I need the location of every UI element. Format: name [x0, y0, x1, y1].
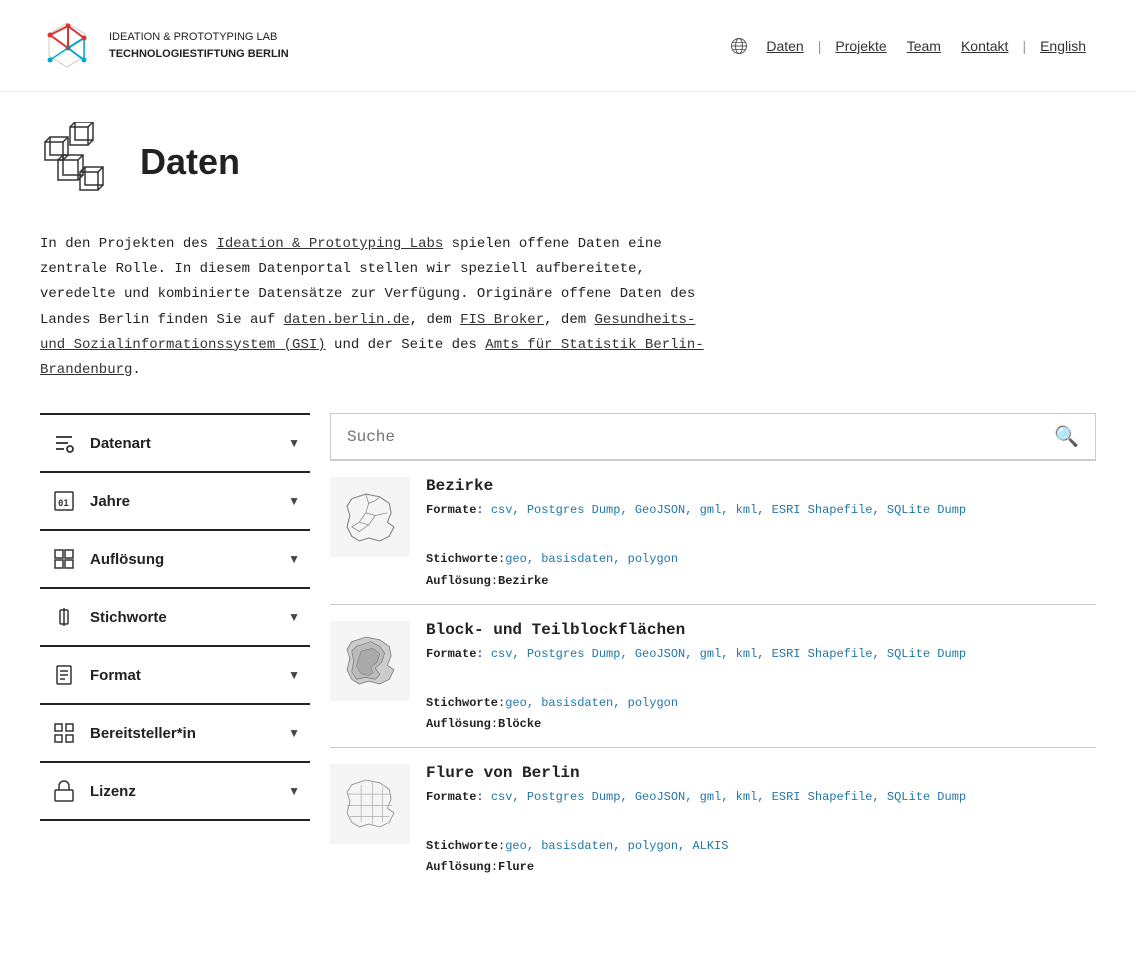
stichworte-value-bezirke: geo, basisdaten, polygon — [505, 552, 678, 566]
stichworte-label-block: Stichworte — [426, 696, 498, 710]
result-item-flure: Flure von Berlin Formate: csv, Postgres … — [330, 747, 1096, 890]
map-block-teilblock — [333, 623, 408, 698]
map-bezirke — [333, 480, 408, 555]
jahre-icon: 01 — [50, 487, 78, 515]
chevron-down-icon-datenart: ▼ — [288, 436, 300, 450]
stichworte-label-bezirke: Stichworte — [426, 552, 498, 566]
formate-value-block: csv, Postgres Dump, GeoJSON, gml, kml, E… — [491, 647, 966, 661]
sidebar-item-bereitsteller[interactable]: Bereitsteller*in ▼ — [40, 705, 310, 763]
result-thumb-block-teilblock[interactable] — [330, 621, 410, 701]
search-bar: 🔍 — [330, 413, 1096, 460]
intro-text-before-link1: In den Projekten des — [40, 236, 216, 252]
sidebar-label-jahre: Jahre — [90, 493, 130, 510]
intro-text-5: . — [132, 362, 140, 378]
header: IDEATION & PROTOTYPING LAB TECHNOLOGIEST… — [0, 0, 1136, 92]
search-button[interactable]: 🔍 — [1038, 414, 1095, 459]
sidebar-label-format: Format — [90, 667, 141, 684]
result-title-flure[interactable]: Flure von Berlin — [426, 764, 1096, 782]
result-meta-block-teilblock: Formate: csv, Postgres Dump, GeoJSON, gm… — [426, 645, 1096, 713]
stichworte-value-block: geo, basisdaten, polygon — [505, 696, 678, 710]
intro-text-4: und der Seite des — [326, 337, 486, 353]
chevron-down-icon-bereitsteller: ▼ — [288, 726, 300, 740]
result-item-block-teilblock: Block- und Teilblockflächen Formate: csv… — [330, 604, 1096, 747]
stichworte-label-flure: Stichworte — [426, 839, 498, 853]
formate-value-bezirke: csv, Postgres Dump, GeoJSON, gml, kml, E… — [491, 503, 966, 517]
result-meta-flure: Formate: csv, Postgres Dump, GeoJSON, gm… — [426, 788, 1096, 856]
chevron-down-icon-lizenz: ▼ — [288, 784, 300, 798]
hero-section: Daten — [0, 92, 1136, 222]
result-aufloesung-bezirke: Auflösung:Bezirke — [426, 574, 1096, 588]
nav-projekte[interactable]: Projekte — [835, 38, 886, 54]
intro-text-2: , dem — [410, 312, 460, 328]
result-info-block-teilblock: Block- und Teilblockflächen Formate: csv… — [426, 621, 1096, 731]
result-info-flure: Flure von Berlin Formate: csv, Postgres … — [426, 764, 1096, 874]
bereitsteller-icon — [50, 719, 78, 747]
chevron-down-icon-aufloesung: ▼ — [288, 552, 300, 566]
sidebar-item-format[interactable]: Format ▼ — [40, 647, 310, 705]
hero-icon — [40, 122, 120, 202]
link-ideation-lab[interactable]: Ideation & Prototyping Labs — [216, 236, 443, 252]
results-area: 🔍 Bezirke Formate: csv, Postgres Dump, — [330, 413, 1096, 890]
aufloesung-icon — [50, 545, 78, 573]
formate-label-flure: Formate — [426, 790, 476, 804]
link-daten-berlin[interactable]: daten.berlin.de — [284, 312, 410, 328]
map-flure — [333, 766, 408, 841]
sidebar-item-jahre[interactable]: 01 Jahre ▼ — [40, 473, 310, 531]
page-title: Daten — [140, 141, 240, 183]
datenart-icon — [50, 429, 78, 457]
intro-text: In den Projekten des Ideation & Prototyp… — [0, 222, 760, 413]
main-nav: Daten | Projekte Team Kontakt | English — [730, 37, 1096, 55]
sidebar-item-stichworte[interactable]: Stichworte ▼ — [40, 589, 310, 647]
result-aufloesung-flure: Auflösung:Flure — [426, 860, 1096, 874]
globe-icon — [730, 37, 748, 55]
sidebar-item-datenart[interactable]: Datenart ▼ — [40, 415, 310, 473]
result-meta-bezirke: Formate: csv, Postgres Dump, GeoJSON, gm… — [426, 501, 1096, 569]
sidebar-label-datenart: Datenart — [90, 435, 151, 452]
link-fis-broker[interactable]: FIS Broker — [460, 312, 544, 328]
intro-text-3: , dem — [544, 312, 594, 328]
stichworte-icon — [50, 603, 78, 631]
chevron-down-icon-stichworte: ▼ — [288, 610, 300, 624]
stichworte-value-flure: geo, basisdaten, polygon, ALKIS — [505, 839, 728, 853]
svg-text:01: 01 — [58, 499, 69, 509]
formate-label-bezirke: Formate — [426, 503, 476, 517]
result-item-bezirke: Bezirke Formate: csv, Postgres Dump, Geo… — [330, 460, 1096, 603]
result-title-block-teilblock[interactable]: Block- und Teilblockflächen — [426, 621, 1096, 639]
lizenz-icon — [50, 777, 78, 805]
result-thumb-flure[interactable] — [330, 764, 410, 844]
sidebar-item-lizenz[interactable]: Lizenz ▼ — [40, 763, 310, 821]
chevron-down-icon-jahre: ▼ — [288, 494, 300, 508]
nav-daten[interactable]: Daten — [766, 38, 803, 54]
formate-label-block: Formate — [426, 647, 476, 661]
formate-value-flure: csv, Postgres Dump, GeoJSON, gml, kml, E… — [491, 790, 966, 804]
sidebar-label-aufloesung: Auflösung — [90, 551, 164, 568]
sidebar-label-lizenz: Lizenz — [90, 783, 136, 800]
logo-icon — [40, 18, 95, 73]
result-aufloesung-block: Auflösung:Blöcke — [426, 717, 1096, 731]
nav-kontakt[interactable]: Kontakt — [961, 38, 1008, 54]
main-content: Datenart ▼ 01 Jahre ▼ — [0, 413, 1136, 890]
result-info-bezirke: Bezirke Formate: csv, Postgres Dump, Geo… — [426, 477, 1096, 587]
logo-text: IDEATION & PROTOTYPING LAB TECHNOLOGIEST… — [109, 29, 289, 62]
result-thumb-bezirke[interactable] — [330, 477, 410, 557]
format-icon — [50, 661, 78, 689]
nav-team[interactable]: Team — [907, 38, 941, 54]
sidebar: Datenart ▼ 01 Jahre ▼ — [40, 413, 310, 890]
sidebar-label-stichworte: Stichworte — [90, 609, 167, 626]
sidebar-item-aufloesung[interactable]: Auflösung ▼ — [40, 531, 310, 589]
nav-lang[interactable]: English — [1040, 38, 1086, 54]
result-title-bezirke[interactable]: Bezirke — [426, 477, 1096, 495]
sidebar-label-bereitsteller: Bereitsteller*in — [90, 725, 196, 742]
chevron-down-icon-format: ▼ — [288, 668, 300, 682]
search-input[interactable] — [331, 416, 1038, 458]
logo-area: IDEATION & PROTOTYPING LAB TECHNOLOGIEST… — [40, 18, 289, 73]
